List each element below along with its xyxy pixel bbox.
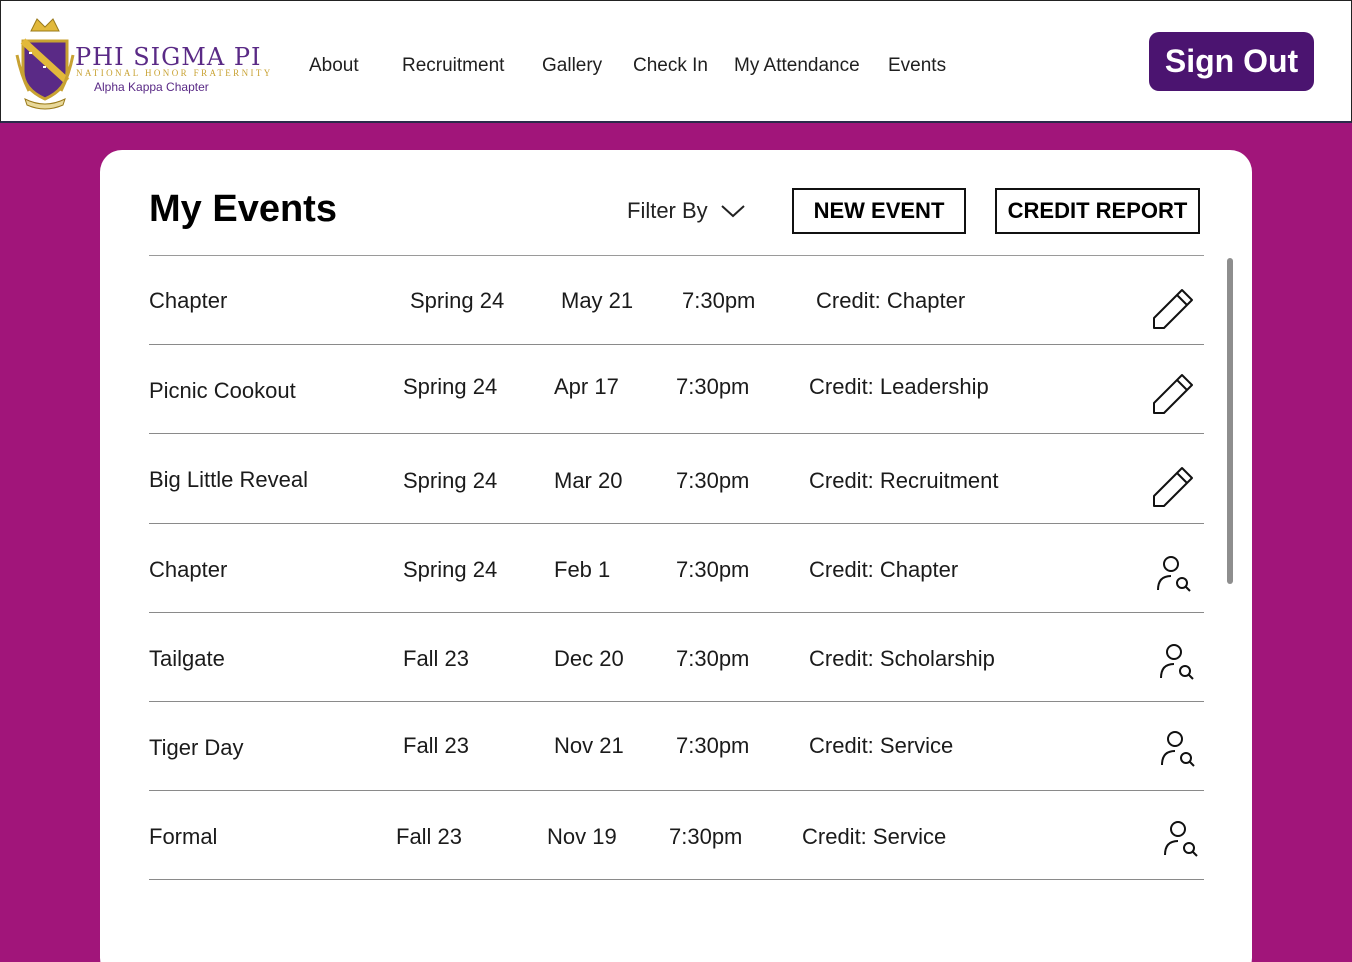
event-time: 7:30pm bbox=[676, 374, 750, 399]
event-time: 7:30pm bbox=[682, 288, 756, 313]
user-search-icon[interactable] bbox=[1158, 729, 1198, 769]
filter-label: Filter By bbox=[627, 198, 708, 223]
event-term: Spring 24 bbox=[403, 557, 498, 582]
chevron-down-icon bbox=[721, 205, 745, 218]
brand-chapter: Alpha Kappa Chapter bbox=[94, 80, 209, 94]
event-credit: Credit: Chapter bbox=[809, 557, 959, 582]
nav-gallery[interactable]: Gallery bbox=[542, 55, 602, 77]
crest-icon bbox=[15, 18, 75, 110]
event-name: Formal bbox=[149, 824, 218, 849]
filter-dropdown[interactable]: Filter By bbox=[627, 198, 746, 224]
page-title: My Events bbox=[149, 188, 337, 230]
event-name: Tailgate bbox=[149, 646, 225, 671]
event-date: Nov 21 bbox=[554, 733, 624, 758]
event-credit: Credit: Scholarship bbox=[809, 646, 995, 671]
user-search-icon[interactable] bbox=[1161, 819, 1201, 859]
event-time: 7:30pm bbox=[676, 646, 750, 671]
event-time: 7:30pm bbox=[676, 733, 750, 758]
event-time: 7:30pm bbox=[669, 824, 743, 849]
event-name: Chapter bbox=[149, 557, 228, 582]
event-term: Fall 23 bbox=[403, 733, 470, 758]
event-time: 7:30pm bbox=[676, 468, 750, 493]
event-date: Mar 20 bbox=[554, 468, 623, 493]
user-search-icon[interactable] bbox=[1154, 554, 1194, 594]
event-date: May 21 bbox=[561, 288, 634, 313]
user-search-icon[interactable] bbox=[1157, 642, 1197, 682]
event-term: Spring 24 bbox=[403, 468, 498, 493]
event-time: 7:30pm bbox=[676, 557, 750, 582]
nav-about[interactable]: About bbox=[309, 55, 359, 77]
credit-report-button[interactable]: CREDIT REPORT bbox=[995, 188, 1200, 234]
sign-out-button[interactable]: Sign Out bbox=[1149, 32, 1314, 91]
pencil-icon[interactable] bbox=[1152, 464, 1196, 508]
event-term: Fall 23 bbox=[403, 646, 470, 671]
event-term: Spring 24 bbox=[410, 288, 505, 313]
pencil-icon[interactable] bbox=[1152, 286, 1196, 330]
event-name: Tiger Day bbox=[149, 735, 244, 760]
scrollbar[interactable] bbox=[1227, 258, 1233, 584]
event-credit: Credit: Service bbox=[802, 824, 947, 849]
top-navbar: PHI SIGMA PI NATIONAL HONOR FRATERNITY A… bbox=[0, 0, 1352, 123]
event-row[interactable]: Tiger Day Fall 23 Nov 21 7:30pm Credit: … bbox=[149, 702, 1204, 791]
nav-check-in[interactable]: Check In bbox=[633, 55, 708, 77]
event-name: Chapter bbox=[149, 288, 228, 313]
event-term: Fall 23 bbox=[396, 824, 463, 849]
event-row[interactable]: Formal Fall 23 Nov 19 7:30pm Credit: Ser… bbox=[149, 791, 1204, 880]
nav-my-attendance[interactable]: My Attendance bbox=[734, 55, 860, 77]
event-row[interactable]: Chapter Spring 24 Feb 1 7:30pm Credit: C… bbox=[149, 524, 1204, 613]
nav-recruitment[interactable]: Recruitment bbox=[402, 55, 504, 77]
event-name: Picnic Cookout bbox=[149, 378, 296, 403]
brand-subtitle: NATIONAL HONOR FRATERNITY bbox=[76, 68, 273, 78]
event-term: Spring 24 bbox=[403, 374, 498, 399]
event-name: Big Little Reveal bbox=[149, 467, 308, 492]
event-credit: Credit: Recruitment bbox=[809, 468, 999, 493]
event-credit: Credit: Service bbox=[809, 733, 954, 758]
event-row[interactable]: Picnic Cookout Spring 24 Apr 17 7:30pm C… bbox=[149, 345, 1204, 434]
pencil-icon[interactable] bbox=[1152, 371, 1196, 415]
event-date: Dec 20 bbox=[554, 646, 624, 671]
event-credit: Credit: Chapter bbox=[816, 288, 966, 313]
event-date: Feb 1 bbox=[554, 557, 611, 582]
event-row[interactable]: Chapter Spring 24 May 21 7:30pm Credit: … bbox=[149, 256, 1204, 345]
event-date: Apr 17 bbox=[554, 374, 619, 399]
event-row[interactable]: Tailgate Fall 23 Dec 20 7:30pm Credit: S… bbox=[149, 613, 1204, 702]
logo[interactable]: PHI SIGMA PI NATIONAL HONOR FRATERNITY A… bbox=[15, 15, 270, 111]
brand-name: PHI SIGMA PI bbox=[75, 43, 262, 71]
event-date: Nov 19 bbox=[547, 824, 617, 849]
event-row[interactable]: Big Little Reveal Spring 24 Mar 20 7:30p… bbox=[149, 435, 1204, 524]
nav-events[interactable]: Events bbox=[888, 55, 946, 77]
event-credit: Credit: Leadership bbox=[809, 374, 989, 399]
new-event-button[interactable]: NEW EVENT bbox=[792, 188, 966, 234]
events-panel: My Events Filter By NEW EVENT CREDIT REP… bbox=[100, 150, 1252, 962]
